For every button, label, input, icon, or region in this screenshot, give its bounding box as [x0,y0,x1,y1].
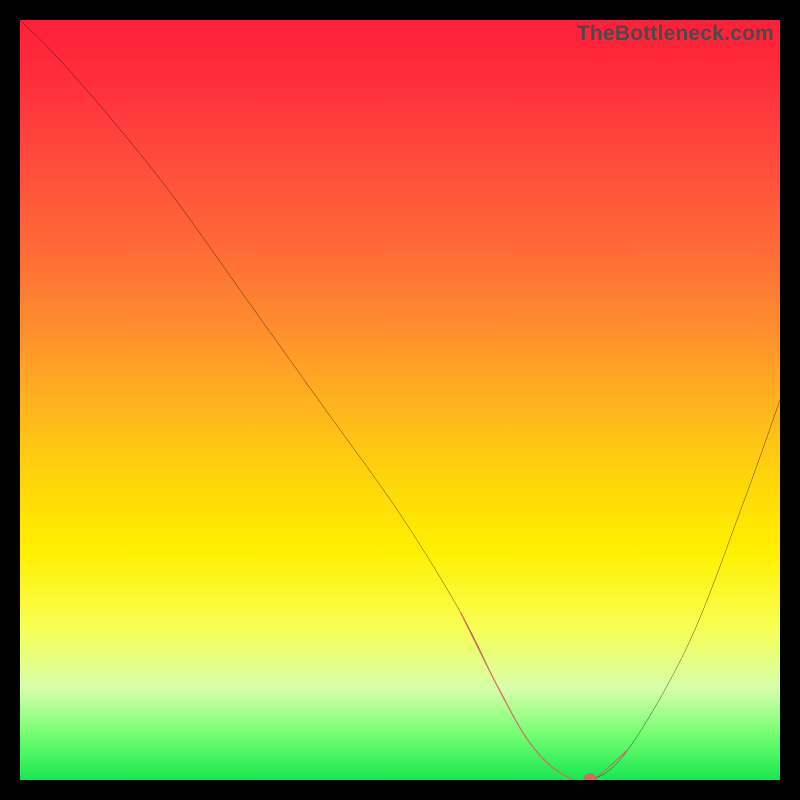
plot-area: TheBottleneck.com [20,20,780,780]
highlight-point [583,773,597,780]
highlight-segment [461,613,628,780]
chart-frame: TheBottleneck.com [0,0,800,800]
watermark-text: TheBottleneck.com [577,22,774,46]
overlay-svg [20,20,780,780]
